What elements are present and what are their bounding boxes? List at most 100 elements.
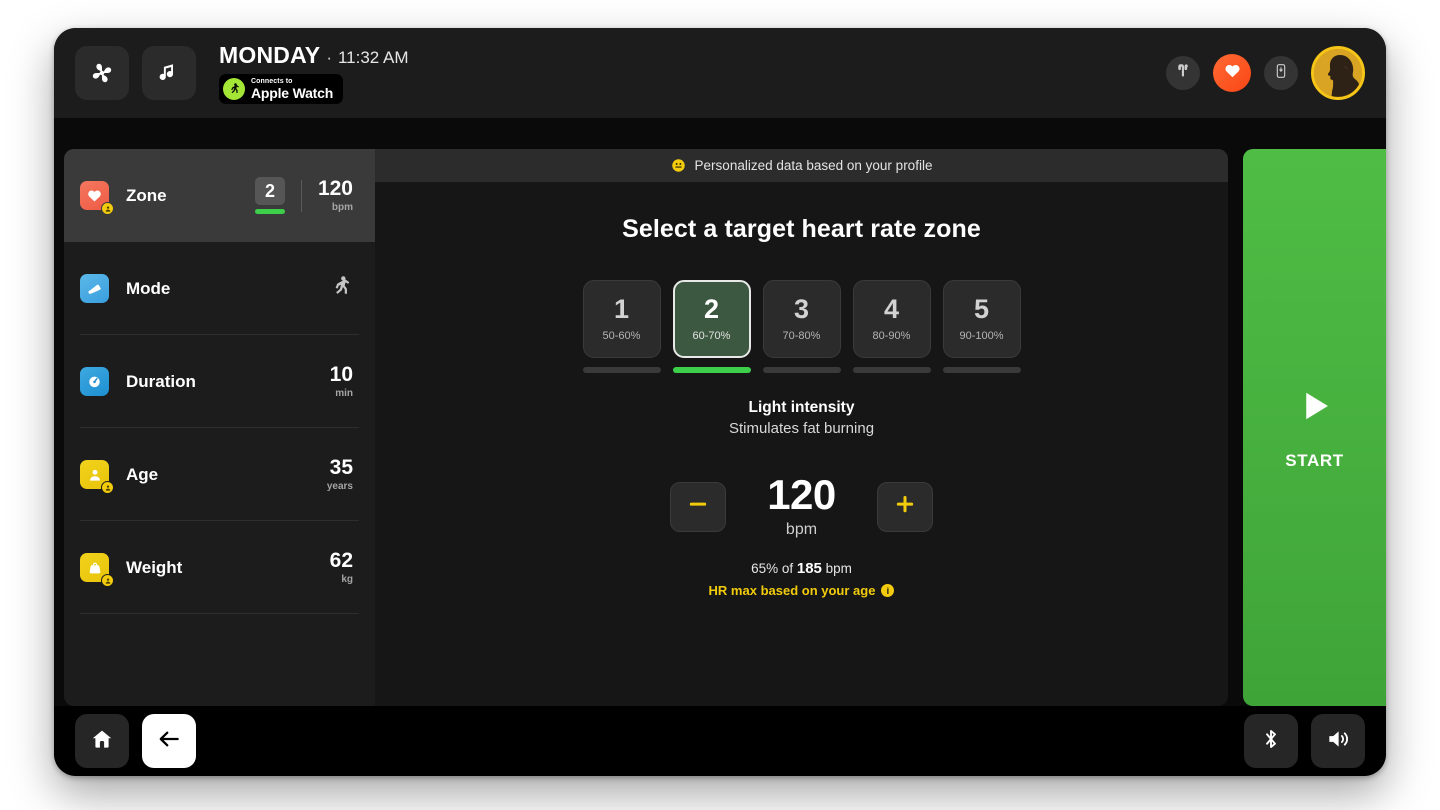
phone-icon — [1273, 63, 1289, 84]
sidebar-item-label: Zone — [126, 185, 167, 205]
row-divider — [80, 613, 359, 614]
home-icon — [90, 727, 114, 756]
user-avatar[interactable] — [1311, 46, 1365, 100]
sidebar-item-label: Age — [126, 464, 159, 484]
back-arrow-icon — [156, 726, 182, 757]
sidebar-item-duration[interactable]: Duration 10 min — [64, 335, 375, 428]
hr-suffix: bpm — [821, 561, 852, 576]
intensity-subtitle: Stimulates fat burning — [728, 420, 875, 437]
heart-rate-button[interactable] — [1213, 54, 1251, 92]
zone-underline-selected — [672, 367, 751, 373]
settings-sidebar: Zone 2 120 bpm Mode Duration 10 min Age … — [64, 149, 375, 706]
watch-badge-small-text: Connects to — [251, 78, 293, 85]
start-button[interactable]: START — [1243, 149, 1386, 706]
sidebar-item-mode[interactable]: Mode — [64, 242, 375, 335]
bluetooth-button[interactable] — [1244, 714, 1298, 768]
personalized-badge-icon — [101, 481, 114, 494]
day-label: MONDAY — [219, 42, 321, 68]
sidebar-item-value: 62 — [329, 549, 353, 573]
decrease-bpm-button[interactable] — [670, 481, 727, 532]
sidebar-item-unit: bpm — [331, 201, 353, 213]
zone-selector: 1 50-60% 2 60-70% 3 70-80% 4 80-90% 5 90… — [582, 280, 1021, 373]
zone-option-5[interactable]: 5 90-100% — [942, 280, 1021, 373]
personalized-data-text: Personalized data based on your profile — [694, 158, 933, 173]
sidebar-item-age[interactable]: Age 35 years — [64, 428, 375, 521]
zone-number: 4 — [883, 294, 900, 324]
weight-icon — [80, 553, 114, 587]
heart-icon — [1223, 61, 1242, 85]
fan-button[interactable] — [75, 46, 129, 100]
intensity-title: Light intensity — [748, 399, 855, 416]
hr-max-value: 185 — [796, 560, 822, 577]
session-title-block: MONDAY · 11:32 AM Connects to Apple Watc… — [219, 42, 409, 104]
zone-option-1[interactable]: 1 50-60% — [582, 280, 661, 373]
music-note-icon — [157, 61, 181, 85]
zone-chip: 2 — [254, 177, 285, 214]
sidebar-item-zone[interactable]: Zone 2 120 bpm — [64, 149, 375, 242]
sidebar-item-weight[interactable]: Weight 62 kg — [64, 521, 375, 614]
apple-watch-badge[interactable]: Connects to Apple Watch — [219, 74, 344, 104]
bpm-stepper: 120 bpm — [670, 474, 933, 539]
page-title: Select a target heart rate zone — [622, 215, 981, 243]
phone-connect-button[interactable] — [1264, 56, 1298, 90]
play-icon — [1294, 385, 1336, 432]
hr-max-note-text: HR max based on your age — [708, 583, 876, 598]
zone-percent: 70-80% — [782, 330, 821, 342]
intensity-description: Light intensity Stimulates fat burning — [729, 399, 874, 437]
person-icon — [80, 460, 114, 494]
zone-percent: 50-60% — [602, 330, 641, 342]
smiley-face-icon — [671, 158, 686, 173]
sidebar-item-label: Duration — [126, 371, 196, 391]
zone-underline — [852, 367, 931, 373]
main-body: Zone 2 120 bpm Mode Duration 10 min Age … — [54, 118, 1386, 706]
minus-icon — [685, 491, 711, 522]
zone-percent: 80-90% — [872, 330, 911, 342]
hr-max-note[interactable]: HR max based on your age i — [709, 583, 895, 598]
hr-max-percent-line: 65% of 185 bpm — [709, 560, 895, 577]
zone-selection-panel: Personalized data based on your profile … — [375, 149, 1228, 706]
bpm-value-block: 120 bpm — [767, 474, 836, 539]
zone-option-4[interactable]: 4 80-90% — [852, 280, 931, 373]
bluetooth-icon — [1259, 727, 1283, 756]
top-bar-status-icons — [1166, 46, 1365, 100]
zone-percent: 90-100% — [959, 330, 1004, 342]
zone-option-2[interactable]: 2 60-70% — [672, 280, 751, 373]
sidebar-item-unit: min — [335, 387, 353, 399]
zone-chip-number: 2 — [254, 177, 285, 205]
zone-option-3[interactable]: 3 70-80% — [762, 280, 841, 373]
zone-underline — [582, 367, 661, 373]
sidebar-item-value: 35 — [329, 456, 353, 480]
zone-percent: 60-70% — [692, 330, 731, 342]
bpm-unit: bpm — [785, 521, 818, 538]
zone-number: 3 — [793, 294, 810, 324]
sidebar-item-value: 120 — [317, 177, 353, 201]
top-bar: MONDAY · 11:32 AM Connects to Apple Watc… — [54, 28, 1386, 118]
bpm-value: 120 — [767, 471, 836, 518]
increase-bpm-button[interactable] — [876, 481, 933, 532]
info-icon[interactable]: i — [881, 584, 895, 597]
back-button[interactable] — [142, 714, 196, 768]
zone-chip-underline — [254, 209, 285, 214]
fan-icon — [89, 60, 115, 86]
home-button[interactable] — [75, 714, 129, 768]
music-button[interactable] — [142, 46, 196, 100]
earbuds-button[interactable] — [1166, 56, 1200, 90]
hr-prefix: 65% of — [751, 561, 797, 576]
zone-underline — [762, 367, 841, 373]
divider — [300, 179, 302, 212]
running-person-icon — [328, 274, 353, 304]
sidebar-item-label: Mode — [126, 278, 171, 298]
earbuds-icon — [1175, 62, 1192, 84]
running-person-icon — [223, 78, 245, 100]
sidebar-item-value: 10 — [329, 363, 353, 387]
sidebar-item-label: Weight — [126, 557, 183, 577]
sidebar-item-unit: years — [326, 480, 353, 492]
clock-time: 11:32 AM — [337, 48, 409, 67]
sidebar-item-unit: kg — [341, 573, 353, 585]
title-separator: · — [326, 48, 332, 67]
start-button-label: START — [1285, 450, 1344, 470]
heart-icon — [80, 181, 114, 215]
plus-icon — [892, 491, 918, 522]
volume-button[interactable] — [1311, 714, 1365, 768]
bottom-bar — [54, 706, 1386, 776]
